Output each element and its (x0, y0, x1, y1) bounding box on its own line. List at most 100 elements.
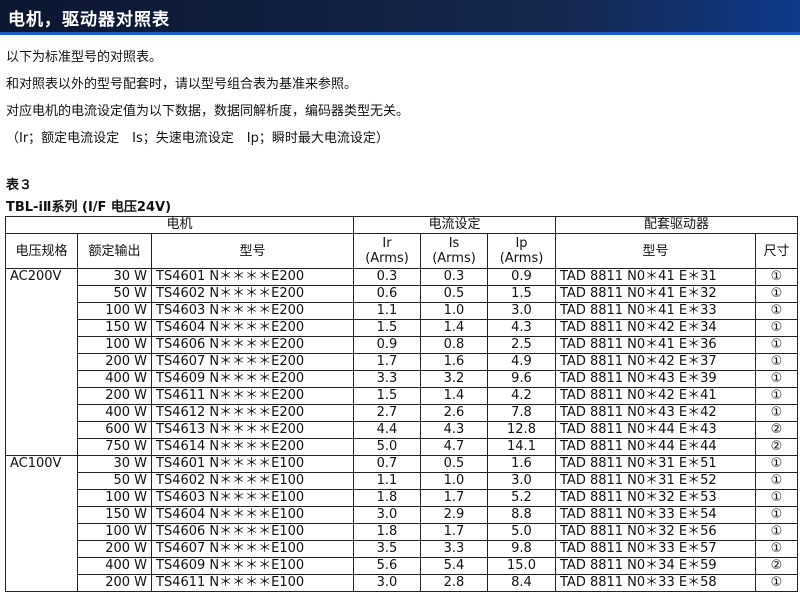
table-row: 200 W TS4607 N＊＊＊＊E200 1.7 1.6 4.9 TAD 8811 N… (6, 353, 798, 371)
driver-model-cell: TAD 8811 N0＊33 E＊58 (555, 574, 756, 592)
size-cell: ① (755, 404, 798, 422)
is-cell: 4.3 (420, 421, 488, 439)
col-power: 额定输出 (77, 233, 152, 269)
power-cell: 400 W (77, 404, 152, 422)
model-cell: TS4609 N＊＊＊＊E200 (151, 370, 354, 388)
power-cell: 200 W (77, 574, 152, 592)
ip-cell: 9.8 (487, 540, 556, 558)
table-row: 100 W TS4606 N＊＊＊＊E200 0.9 0.8 2.5 TAD 8811 N… (6, 336, 798, 354)
ir-cell: 3.5 (353, 540, 421, 558)
driver-model-cell: TAD 8811 N0＊41 E＊32 (555, 285, 756, 303)
table-row: 200 W TS4607 N＊＊＊＊E100 3.5 3.3 9.8 TAD 8811 N… (6, 540, 798, 558)
page-title: 电机，驱动器对照表 (8, 10, 170, 30)
size-cell: ② (755, 438, 798, 456)
driver-model-cell: TAD 8811 N0＊31 E＊52 (555, 472, 756, 490)
size-cell: ① (755, 319, 798, 337)
ir-cell: 1.5 (353, 387, 421, 405)
ip-cell: 4.2 (487, 387, 556, 405)
group-current: 电流设定 (353, 216, 556, 234)
driver-model-cell: TAD 8811 N0＊44 E＊43 (555, 421, 756, 439)
power-cell: 400 W (77, 370, 152, 388)
table-row: 200 W TS4611 N＊＊＊＊E200 1.5 1.4 4.2 TAD 8811 N… (6, 387, 798, 405)
driver-model-cell: TAD 8811 N0＊31 E＊51 (555, 455, 756, 473)
size-cell: ① (755, 472, 798, 490)
is-cell: 1.0 (420, 302, 488, 320)
power-cell: 200 W (77, 387, 152, 405)
intro-line: 和对照表以外的型号配套时，请以型号组合表为基准来参照。 (6, 77, 358, 92)
is-cell: 0.3 (420, 268, 488, 286)
driver-model-cell: TAD 8811 N0＊33 E＊57 (555, 540, 756, 558)
power-cell: 30 W (77, 455, 152, 473)
table-row: AC100V 30 W TS4601 N＊＊＊＊E100 0.7 0.5 1.6 TAD 8… (5, 455, 798, 592)
driver-model-cell: TAD 8811 N0＊41 E＊33 (555, 302, 756, 320)
size-cell: ① (755, 285, 798, 303)
power-cell: 50 W (77, 472, 152, 490)
is-cell: 5.4 (420, 557, 488, 575)
group-header-row: 电机 电流设定 配套驱动器 (5, 216, 798, 234)
ir-cell: 5.6 (353, 557, 421, 575)
ip-cell: 3.0 (487, 302, 556, 320)
intro-line: （Ir；额定电流设定 Is；失速电流设定 Ip；瞬时最大电流设定） (6, 131, 389, 146)
model-cell: TS4607 N＊＊＊＊E200 (151, 353, 354, 371)
table-row: 600 W TS4613 N＊＊＊＊E200 4.4 4.3 12.8 TAD 8811 … (6, 421, 798, 439)
model-cell: TS4603 N＊＊＊＊E100 (151, 489, 354, 507)
model-cell: TS4613 N＊＊＊＊E200 (151, 421, 354, 439)
table-row: 100 W TS4606 N＊＊＊＊E100 1.8 1.7 5.0 TAD 8811 N… (6, 523, 798, 541)
ir-cell: 1.7 (353, 353, 421, 371)
column-header-row: 电压规格 额定输出 型号 Ir (Arms) Is (Arms) Ip (Arm… (5, 233, 798, 269)
power-cell: 600 W (77, 421, 152, 439)
size-cell: ② (755, 557, 798, 575)
ir-cell: 0.7 (353, 455, 421, 473)
ip-cell: 5.0 (487, 523, 556, 541)
driver-model-cell: TAD 8811 N0＊42 E＊37 (555, 353, 756, 371)
model-cell: TS4607 N＊＊＊＊E100 (151, 540, 354, 558)
model-cell: TS4601 N＊＊＊＊E200 (151, 268, 354, 286)
power-cell: 100 W (77, 336, 152, 354)
is-cell: 3.3 (420, 540, 488, 558)
model-cell: TS4606 N＊＊＊＊E100 (151, 523, 354, 541)
voltage-cell: AC100V (5, 455, 78, 592)
is-cell: 1.7 (420, 489, 488, 507)
ip-cell: 15.0 (487, 557, 556, 575)
table-row: 150 W TS4604 N＊＊＊＊E200 1.5 1.4 4.3 TAD 8811 N… (6, 319, 798, 337)
power-cell: 50 W (77, 285, 152, 303)
power-cell: 100 W (77, 302, 152, 320)
ip-cell: 7.8 (487, 404, 556, 422)
ir-cell: 0.9 (353, 336, 421, 354)
table-row: 50 W TS4602 N＊＊＊＊E100 1.1 1.0 3.0 TAD 8811 N0… (6, 472, 798, 490)
is-cell: 2.6 (420, 404, 488, 422)
driver-model-cell: TAD 8811 N0＊34 E＊59 (555, 557, 756, 575)
power-cell: 100 W (77, 489, 152, 507)
col-ip: Ip (Arms) (487, 233, 556, 269)
driver-model-cell: TAD 8811 N0＊43 E＊39 (555, 370, 756, 388)
table-row: 100 W TS4603 N＊＊＊＊E100 1.8 1.7 5.2 TAD 8811 N… (6, 489, 798, 507)
power-cell: 150 W (77, 319, 152, 337)
spec-table: 电机 电流设定 配套驱动器 电压规格 额定输出 型号 Ir (Arms) Is … (5, 216, 798, 592)
driver-model-cell: TAD 8811 N0＊42 E＊34 (555, 319, 756, 337)
group-driver: 配套驱动器 (555, 216, 798, 234)
model-cell: TS4609 N＊＊＊＊E100 (151, 557, 354, 575)
power-cell: 150 W (77, 506, 152, 524)
ir-cell: 3.0 (353, 506, 421, 524)
driver-model-cell: TAD 8811 N0＊41 E＊36 (555, 336, 756, 354)
col-model: 型号 (151, 233, 354, 269)
driver-model-cell: TAD 8811 N0＊32 E＊56 (555, 523, 756, 541)
size-cell: ① (755, 540, 798, 558)
ip-cell: 1.5 (487, 285, 556, 303)
table-row: 750 W TS4614 N＊＊＊＊E200 5.0 4.7 14.1 TAD 8811 … (6, 438, 798, 456)
is-cell: 1.6 (420, 353, 488, 371)
ip-cell: 8.8 (487, 506, 556, 524)
table-row: 400 W TS4612 N＊＊＊＊E200 2.7 2.6 7.8 TAD 8811 N… (6, 404, 798, 422)
size-cell: ① (755, 302, 798, 320)
model-cell: TS4611 N＊＊＊＊E200 (151, 387, 354, 405)
power-cell: 100 W (77, 523, 152, 541)
ir-cell: 1.8 (353, 489, 421, 507)
size-cell: ① (755, 506, 798, 524)
intro-text: 以下为标准型号的对照表。 和对照表以外的型号配套时，请以型号组合表为基准来参照。… (6, 44, 409, 152)
power-cell: 200 W (77, 540, 152, 558)
model-cell: TS4612 N＊＊＊＊E200 (151, 404, 354, 422)
col-driver-model: 型号 (555, 233, 756, 269)
model-cell: TS4601 N＊＊＊＊E100 (151, 455, 354, 473)
is-cell: 2.9 (420, 506, 488, 524)
power-cell: 200 W (77, 353, 152, 371)
